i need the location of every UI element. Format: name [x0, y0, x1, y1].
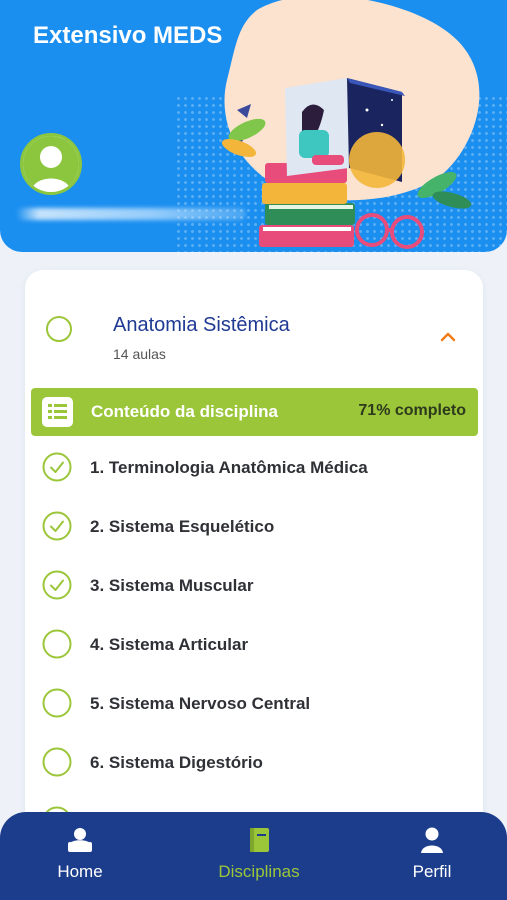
empty-circle-icon	[42, 747, 72, 777]
nav-perfil[interactable]: Perfil	[367, 812, 497, 900]
user-silhouette-icon	[23, 136, 79, 192]
user-avatar[interactable]	[20, 133, 82, 195]
lesson-label: 3. Sistema Muscular	[90, 576, 254, 595]
nav-home-label: Home	[57, 862, 103, 881]
content-label: Conteúdo da disciplina	[91, 402, 279, 421]
book-icon	[250, 828, 269, 852]
check-circle-icon	[42, 570, 72, 600]
lesson-label: 6. Sistema Digestório	[90, 753, 263, 772]
discipline-title[interactable]: Anatomia Sistêmica	[113, 314, 290, 337]
empty-circle-icon	[42, 688, 72, 718]
lesson-item-4[interactable]: 4. Sistema Articular	[25, 613, 483, 672]
profile-icon	[421, 827, 443, 853]
discipline-status-circle	[46, 316, 72, 342]
lesson-item-2[interactable]: 2. Sistema Esquelético	[25, 495, 483, 554]
lesson-item-1[interactable]: 1. Terminologia Anatômica Médica	[25, 436, 483, 495]
lesson-label: 5. Sistema Nervoso Central	[90, 694, 311, 713]
header: Extensivo MEDS	[0, 0, 507, 252]
nav-perfil-label: Perfil	[412, 862, 452, 881]
empty-circle-icon	[42, 629, 72, 659]
lesson-item-5[interactable]: 5. Sistema Nervoso Central	[25, 672, 483, 731]
lesson-label: 1. Terminologia Anatômica Médica	[90, 458, 368, 477]
discipline-card: Anatomia Sistêmica 14 aulas Conteúdo da …	[25, 270, 483, 830]
reading-illustration	[221, 0, 480, 249]
home-icon	[68, 828, 92, 852]
lesson-item-3[interactable]: 3. Sistema Muscular	[25, 554, 483, 613]
progress-text: 71% completo	[358, 402, 466, 419]
lesson-item-6[interactable]: 6. Sistema Digestório	[25, 731, 483, 790]
nav-disciplinas-label: Disciplinas	[218, 862, 300, 881]
check-circle-icon	[42, 511, 72, 541]
app-title: Extensivo MEDS	[33, 22, 223, 49]
nav-home[interactable]: Home	[15, 812, 145, 900]
nav-disciplinas[interactable]: Disciplinas	[194, 812, 324, 900]
chevron-up-icon[interactable]	[437, 328, 459, 344]
bottom-navigation: Home Disciplinas Perfil	[0, 812, 507, 900]
lesson-label: 4. Sistema Articular	[90, 635, 249, 654]
lesson-label: 2. Sistema Esquelético	[90, 517, 275, 536]
list-icon	[42, 397, 73, 427]
user-name-redacted	[16, 208, 246, 220]
discipline-lesson-count: 14 aulas	[113, 346, 166, 362]
check-circle-icon	[42, 452, 72, 482]
content-progress-bar[interactable]: Conteúdo da disciplina 71% completo	[31, 388, 478, 436]
